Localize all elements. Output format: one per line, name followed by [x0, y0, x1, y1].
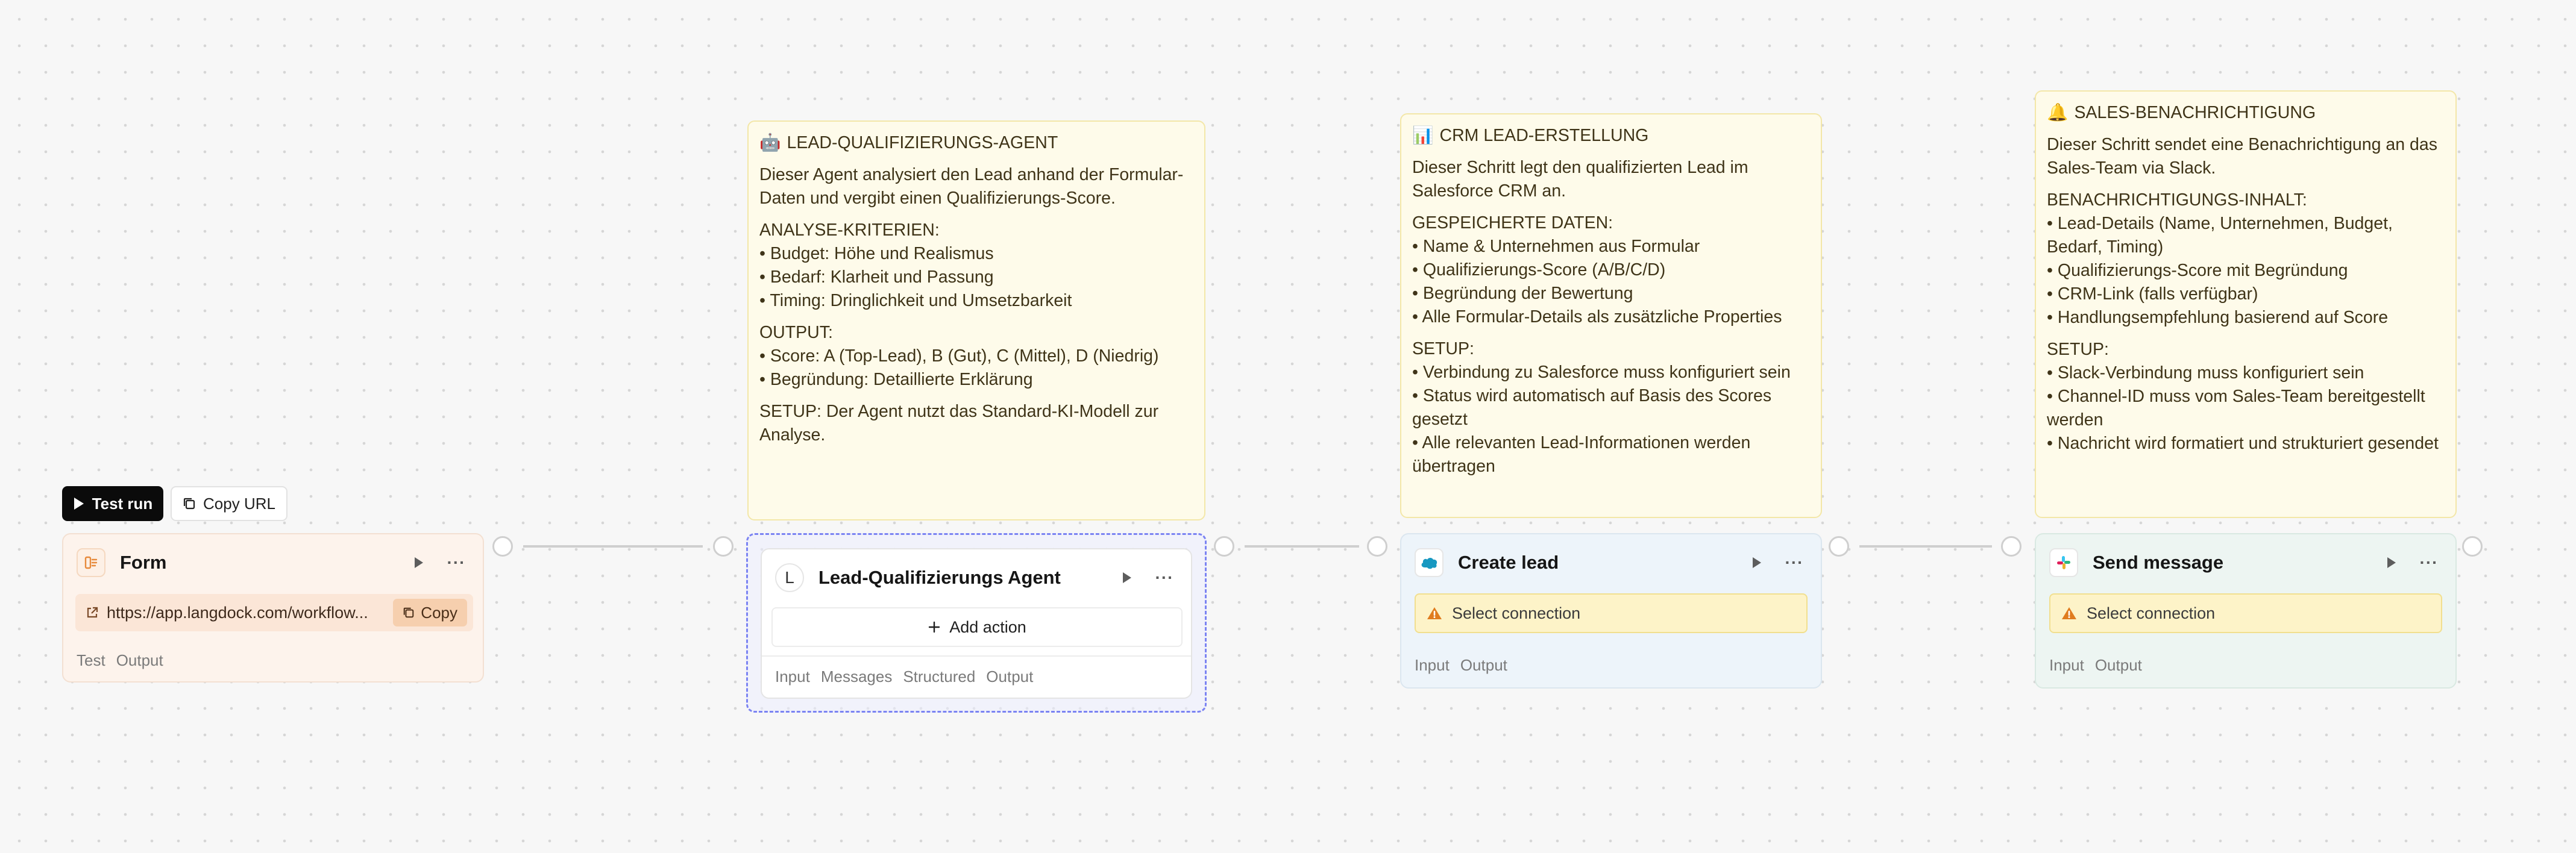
note-paragraph: SETUP: • Verbindung zu Salesforce muss k…: [1412, 339, 1791, 476]
node-header: L Lead-Qualifizierungs Agent ···: [762, 549, 1191, 606]
tab-messages[interactable]: Messages: [821, 667, 893, 686]
input-port-create-lead[interactable]: [1367, 536, 1387, 557]
output-port-send-message[interactable]: [2462, 536, 2483, 557]
agent-avatar: L: [775, 563, 804, 592]
node-title: Lead-Qualifizierungs Agent: [818, 567, 1061, 588]
play-icon: [1123, 572, 1131, 583]
node-title: Create lead: [1458, 552, 1559, 573]
ellipsis-icon: ···: [1785, 553, 1804, 572]
run-node-button[interactable]: [1116, 567, 1138, 589]
input-port-agent[interactable]: [713, 536, 734, 557]
note-title: 📊 CRM LEAD-ERSTELLUNG: [1412, 124, 1810, 148]
output-port-create-lead[interactable]: [1829, 536, 1849, 557]
edge-agent-crm: [1245, 545, 1359, 548]
run-node-button[interactable]: [1746, 552, 1768, 573]
robot-icon: 🤖: [759, 133, 781, 152]
note-paragraph: SETUP: Der Agent nutzt das Standard-KI-M…: [759, 402, 1159, 445]
edge-form-agent: [523, 545, 703, 548]
bar-chart-icon: 📊: [1412, 126, 1434, 145]
node-create-lead[interactable]: Create lead ··· Select connection Input …: [1400, 533, 1822, 689]
test-run-button[interactable]: Test run: [62, 486, 163, 521]
ellipsis-icon: ···: [1155, 568, 1174, 587]
more-options-button[interactable]: ···: [2416, 552, 2442, 573]
copy-url-inline-button[interactable]: Copy: [393, 599, 467, 626]
node-header: Create lead ···: [1401, 534, 1821, 591]
more-options-button[interactable]: ···: [1151, 567, 1178, 589]
more-options-button[interactable]: ···: [443, 552, 470, 573]
more-options-button[interactable]: ···: [1781, 552, 1808, 573]
ellipsis-icon: ···: [2419, 553, 2439, 572]
node-tabs: Input Messages Structured Output: [762, 655, 1191, 698]
output-port-agent[interactable]: [1214, 536, 1234, 557]
node-tabs: Input Output: [2036, 643, 2455, 687]
copy-url-label: Copy URL: [203, 494, 275, 513]
tab-structured[interactable]: Structured: [903, 667, 975, 686]
node-title: Send message: [2093, 552, 2224, 573]
salesforce-icon: [1415, 548, 1444, 577]
note-paragraph: OUTPUT: • Score: A (Top-Lead), B (Gut), …: [759, 323, 1159, 390]
slack-icon: [2049, 548, 2078, 577]
note-sales-benachrichtigung[interactable]: 🔔 SALES-BENACHRICHTIGUNG Dieser Schritt …: [2035, 90, 2457, 518]
note-title: 🔔 SALES-BENACHRICHTIGUNG: [2047, 101, 2445, 125]
ellipsis-icon: ···: [447, 553, 466, 572]
note-crm-lead-erstellung[interactable]: 📊 CRM LEAD-ERSTELLUNG Dieser Schritt leg…: [1400, 113, 1822, 518]
plus-icon: [929, 621, 940, 633]
output-port-form[interactable]: [492, 536, 513, 557]
warning-icon: [1427, 607, 1442, 619]
node-title: Form: [120, 552, 167, 573]
note-paragraph: ANALYSE-KRITERIEN: • Budget: Höhe und Re…: [759, 220, 1072, 311]
node-send-message[interactable]: Send message ··· Select connection Input…: [2035, 533, 2457, 689]
copy-url-button[interactable]: Copy URL: [171, 486, 287, 521]
add-action-button[interactable]: Add action: [771, 607, 1183, 647]
test-run-label: Test run: [92, 494, 153, 513]
note-paragraph: Dieser Schritt legt den qualifizierten L…: [1412, 158, 1748, 201]
tab-test[interactable]: Test: [77, 651, 105, 670]
tab-output[interactable]: Output: [1460, 656, 1507, 675]
play-icon: [1753, 557, 1761, 568]
tab-output[interactable]: Output: [116, 651, 163, 670]
select-connection-warning[interactable]: Select connection: [1415, 593, 1808, 633]
form-url[interactable]: https://app.langdock.com/workflow...: [107, 604, 386, 622]
note-paragraph: Dieser Schritt sendet eine Benachrichtig…: [2047, 135, 2437, 178]
note-paragraph: BENACHRICHTIGUNGS-INHALT: • Lead-Details…: [2047, 190, 2393, 328]
form-icon: [77, 548, 105, 577]
node-header: Send message ···: [2036, 534, 2455, 591]
tab-output[interactable]: Output: [2095, 656, 2142, 675]
form-url-bar: https://app.langdock.com/workflow... Cop…: [75, 594, 473, 631]
node-tabs: Input Output: [1401, 643, 1821, 687]
run-node-button[interactable]: [408, 552, 430, 573]
node-lead-qualifizierungs-agent[interactable]: L Lead-Qualifizierungs Agent ··· Add act…: [761, 548, 1192, 699]
edge-crm-slack: [1859, 545, 1992, 548]
node-header: Form ···: [63, 534, 483, 591]
node-form[interactable]: Form ··· https://app.langdock.com/workfl…: [62, 533, 484, 683]
warning-icon: [2062, 607, 2076, 619]
play-icon: [2387, 557, 2396, 568]
note-paragraph: GESPEICHERTE DATEN: • Name & Unternehmen…: [1412, 213, 1782, 327]
run-node-button[interactable]: [2381, 552, 2402, 573]
play-icon: [415, 557, 423, 568]
node-tabs: Test Output: [63, 639, 483, 681]
note-paragraph: Dieser Agent analysiert den Lead anhand …: [759, 165, 1184, 208]
bell-icon: 🔔: [2047, 103, 2069, 122]
copy-icon: [404, 607, 414, 618]
play-icon: [74, 498, 84, 510]
tab-input[interactable]: Input: [1415, 656, 1450, 675]
tab-input[interactable]: Input: [2049, 656, 2084, 675]
note-paragraph: SETUP: • Slack-Verbindung muss konfiguri…: [2047, 340, 2439, 454]
select-connection-warning[interactable]: Select connection: [2049, 593, 2442, 633]
note-title: 🤖 LEAD-QUALIFIZIERUNGS-AGENT: [759, 131, 1193, 155]
input-port-send-message[interactable]: [2001, 536, 2022, 557]
copy-icon: [183, 498, 195, 510]
tab-input[interactable]: Input: [775, 667, 810, 686]
tab-output[interactable]: Output: [986, 667, 1033, 686]
external-link-icon[interactable]: [85, 605, 99, 620]
note-lead-qualifizierungs-agent[interactable]: 🤖 LEAD-QUALIFIZIERUNGS-AGENT Dieser Agen…: [747, 120, 1205, 520]
